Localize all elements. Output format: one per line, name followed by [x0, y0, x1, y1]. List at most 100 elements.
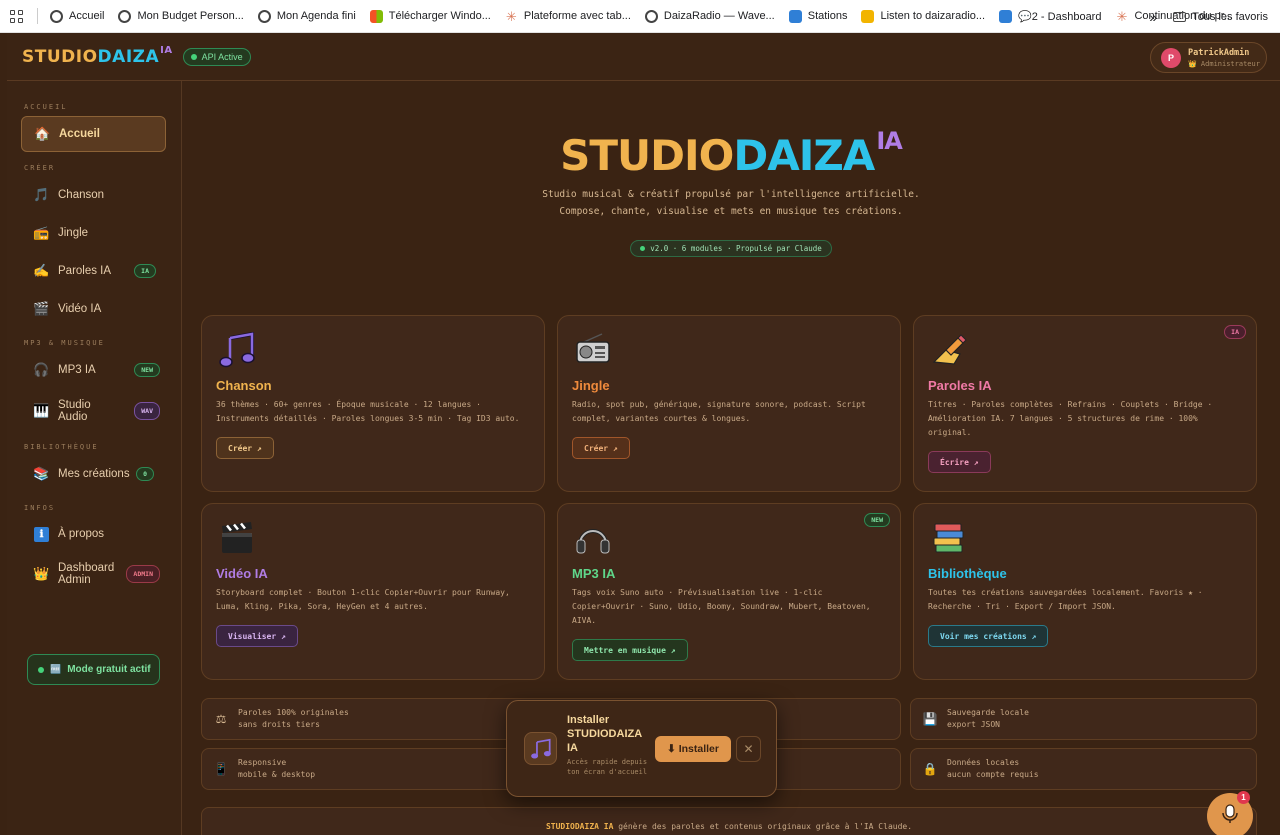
sidebar-item-jingle[interactable]: 📻 Jingle — [21, 215, 166, 251]
card-paroles-ia[interactable]: IA Paroles IA Titres · Paroles complètes… — [913, 315, 1257, 492]
sidebar-item-label: Dashboard Admin — [58, 562, 115, 586]
sidebar-item-chanson[interactable]: 🎵 Chanson — [21, 177, 166, 213]
card-jingle[interactable]: Jingle Radio, spot pub, générique, signa… — [557, 315, 901, 492]
globe-icon — [257, 9, 271, 23]
card-description: Storyboard complet · Bouton 1-clic Copie… — [216, 588, 510, 611]
bookmark-label: Mon Budget Person... — [137, 10, 244, 22]
bookmark-item[interactable]: Stations — [788, 9, 848, 23]
bookmark-label: Listen to daizaradio... — [880, 10, 986, 22]
card-chanson[interactable]: Chanson 36 thèmes · 60+ genres · Époque … — [201, 315, 545, 492]
sidebar-item-video-ia[interactable]: 🎬 Vidéo IA — [21, 291, 166, 327]
feature-line1: Paroles 100% originales — [238, 708, 349, 717]
card-bibliotheque[interactable]: Bibliothèque Toutes tes créations sauveg… — [913, 503, 1257, 680]
sidebar-item-studio-audio[interactable]: 🎹 Studio Audio WAV — [21, 392, 166, 430]
free-icon: 🆓 — [50, 664, 62, 674]
sidebar-item-mp3-ia[interactable]: 🎧 MP3 IA NEW — [21, 352, 166, 388]
feature-line2: mobile & desktop — [238, 770, 316, 779]
bookmark-label: 💬2 - Dashboard — [1018, 10, 1102, 23]
bookmark-item[interactable]: Listen to daizaradio... — [861, 9, 986, 23]
footer-text: génère des paroles et contenus originaux… — [613, 822, 913, 831]
app-header: STUDIODAIZAIA API Active P PatrickAdmin … — [7, 33, 1280, 81]
sidebar-item-paroles-ia[interactable]: ✍ Paroles IA IA — [21, 253, 166, 289]
free-mode-label: Mode gratuit actif — [67, 664, 151, 675]
piano-icon: 🎹 — [33, 403, 50, 418]
music-note-icon: 🎵 — [33, 187, 50, 202]
footer-brand: STUDIODAIZA IA — [545, 822, 614, 831]
view-creations-button[interactable]: Voir mes créations ↗ — [928, 625, 1049, 647]
create-song-button[interactable]: Créer ↗ — [216, 437, 274, 459]
more-bookmarks-button[interactable]: » — [1149, 9, 1157, 25]
claude-icon: ✳ — [505, 8, 517, 24]
bookmark-item[interactable]: Accueil — [50, 9, 105, 23]
bookmark-item[interactable]: Mon Budget Person... — [118, 9, 244, 23]
bookmark-item[interactable]: Mon Agenda fini — [257, 9, 356, 23]
globe-icon — [50, 9, 63, 23]
sidebar-section-bibliotheque: BIBLIOTHÈQUE — [24, 443, 99, 451]
hero-title-studio: STUDIO — [560, 131, 734, 180]
ia-badge: IA — [134, 264, 156, 278]
visualize-button[interactable]: Visualiser ↗ — [216, 625, 298, 647]
sidebar: ACCUEIL 🏠 Accueil CRÉER 🎵 Chanson 📻 Jingle … — [7, 81, 182, 835]
apps-grid-icon[interactable] — [10, 9, 23, 23]
all-favorites-button[interactable]: Tous les favoris — [1173, 11, 1268, 23]
hero: STUDIODAIZAIA Studio musical & créatif p… — [182, 127, 1280, 257]
close-icon[interactable]: ✕ — [736, 736, 761, 762]
bookmark-item[interactable]: DaizaRadio — Wave... — [644, 9, 775, 23]
card-description: Titres · Paroles complètes · Refrains · … — [928, 400, 1213, 437]
sidebar-item-label: Mes créations — [58, 468, 130, 480]
install-subtitle: Accès rapide depuis ton écran d'accueil — [567, 758, 648, 776]
card-mp3-ia[interactable]: NEW MP3 IA Tags voix Suno auto · Prévisu… — [557, 503, 901, 680]
bookmark-label: Accueil — [69, 10, 105, 22]
sidebar-item-label: Paroles IA — [58, 265, 112, 277]
ia-badge: IA — [1224, 325, 1246, 339]
hero-tagline-line1: Studio musical & créatif propulsé par l'… — [542, 189, 920, 200]
phone-icon: 📱 — [213, 762, 229, 776]
hero-tagline: Studio musical & créatif propulsé par l'… — [182, 186, 1280, 220]
sidebar-section-mp3: MP3 & MUSIQUE — [24, 339, 105, 347]
api-status-label: API Active — [201, 51, 243, 62]
bookmark-label: DaizaRadio — Wave... — [663, 10, 775, 22]
install-button[interactable]: ⬇ Installer — [655, 736, 731, 762]
bookmark-label: Stations — [807, 10, 848, 22]
user-menu[interactable]: P PatrickAdmin 👑 Administrateur — [1150, 42, 1267, 73]
books-icon — [930, 520, 968, 556]
user-role: 👑 Administrateur — [1188, 59, 1260, 68]
card-title: Jingle — [572, 378, 610, 393]
card-description: Radio, spot pub, générique, signature so… — [572, 400, 866, 423]
sidebar-item-label: Vidéo IA — [58, 303, 102, 315]
sidebar-section-creer: CRÉER — [24, 164, 56, 172]
sidebar-section-infos: INFOS — [24, 504, 56, 512]
crown-icon: 👑 — [33, 566, 50, 581]
bookmark-item[interactable]: 💬2 - Dashboard — [999, 9, 1102, 23]
sidebar-item-accueil[interactable]: 🏠 Accueil — [21, 116, 166, 152]
feature-local-data: 🔒 Données locales aucun compte requis — [910, 748, 1257, 790]
music-note-icon — [218, 331, 256, 368]
card-description: Toutes tes créations sauvegardées locale… — [928, 588, 1203, 611]
status-dot-icon — [640, 246, 646, 251]
free-mode-button[interactable]: 🆓 Mode gratuit actif — [27, 654, 160, 685]
sidebar-item-mes-creations[interactable]: 📚 Mes créations 0 — [21, 456, 166, 492]
card-video-ia[interactable]: Vidéo IA Storyboard complet · Bouton 1-c… — [201, 503, 545, 680]
sidebar-item-dashboard-admin[interactable]: 👑 Dashboard Admin ADMIN — [21, 555, 166, 593]
wav-badge: WAV — [134, 402, 160, 420]
books-icon: 📚 — [33, 466, 50, 481]
sidebar-item-label: Chanson — [58, 189, 105, 201]
info-icon: ℹ — [34, 526, 49, 542]
bookmark-label: Télécharger Windo... — [388, 10, 491, 22]
house-icon: 🏠 — [34, 126, 51, 141]
bookmark-item[interactable]: Télécharger Windo... — [369, 9, 491, 23]
avatar: P — [1161, 47, 1181, 68]
sidebar-item-label: À propos — [58, 528, 105, 540]
write-lyrics-button[interactable]: Écrire ↗ — [928, 451, 991, 473]
bookmark-item[interactable]: ✳ Plateforme avec tab... — [505, 10, 631, 23]
create-jingle-button[interactable]: Créer ↗ — [572, 437, 630, 459]
sidebar-item-a-propos[interactable]: ℹ À propos — [21, 516, 166, 552]
status-dot-icon — [38, 666, 44, 673]
logo-part-studio: STUDIO — [22, 46, 98, 67]
feature-line1: Sauvegarde locale — [947, 708, 1029, 717]
voice-assistant-button[interactable]: 1 — [1207, 791, 1253, 835]
set-to-music-button[interactable]: Mettre en musique ↗ — [572, 639, 688, 661]
logo[interactable]: STUDIODAIZAIA — [22, 45, 173, 67]
radio-icon — [861, 9, 875, 23]
clapper-icon: 🎬 — [33, 301, 50, 316]
